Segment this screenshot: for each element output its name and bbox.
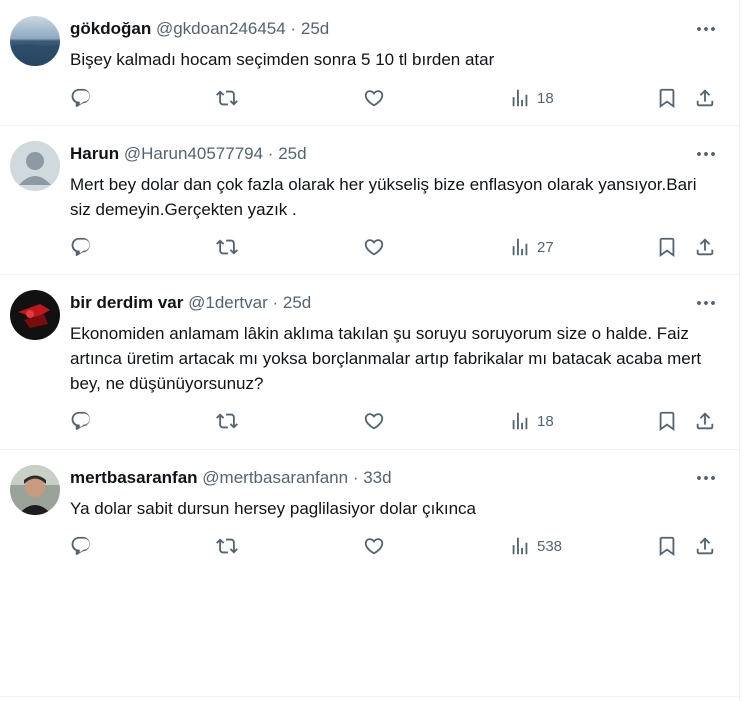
separator-dot: ·: [267, 144, 274, 163]
more-icon[interactable]: [694, 466, 718, 490]
tweet-text: Ya dolar sabit dursun hersey paglilasiyo…: [70, 499, 477, 518]
action-bar: 538: [70, 534, 720, 558]
timestamp[interactable]: 25d: [278, 144, 306, 163]
retweet-icon[interactable]: [216, 86, 238, 110]
action-bar: 27: [70, 235, 720, 259]
views-count: 18: [537, 412, 554, 430]
reply-icon[interactable]: [70, 534, 92, 558]
column-border: [739, 0, 740, 701]
bookmark-icon[interactable]: [656, 235, 678, 259]
tweet[interactable]: mertbasaranfan @mertbasaranfann · 33d Ya…: [0, 449, 739, 574]
views-button[interactable]: 27: [509, 235, 554, 259]
tweet-text: Mert bey dolar dan çok fazla olarak her …: [70, 175, 697, 219]
retweet-icon[interactable]: [216, 409, 238, 433]
display-name[interactable]: gökdoğan: [70, 19, 151, 38]
avatar[interactable]: [10, 16, 60, 66]
separator-dot: ·: [352, 468, 359, 487]
action-bar: 18: [70, 86, 720, 110]
user-handle[interactable]: @Harun40577794: [124, 144, 263, 163]
tweet-text: Ekonomiden anlamam lâkin aklıma takılan …: [70, 324, 702, 393]
more-icon[interactable]: [694, 17, 718, 41]
more-icon[interactable]: [694, 291, 718, 315]
display-name[interactable]: bir derdim var: [70, 293, 183, 312]
views-button[interactable]: 538: [509, 534, 562, 558]
bookmark-icon[interactable]: [656, 534, 678, 558]
like-icon[interactable]: [363, 86, 385, 110]
timestamp[interactable]: 25d: [283, 293, 311, 312]
display-name[interactable]: Harun: [70, 144, 119, 163]
reply-icon[interactable]: [70, 86, 92, 110]
views-count: 538: [537, 537, 563, 555]
user-handle[interactable]: @1dertvar: [188, 293, 268, 312]
retweet-icon[interactable]: [216, 235, 238, 259]
avatar[interactable]: [10, 141, 60, 191]
more-icon[interactable]: [694, 142, 718, 166]
views-count: 18: [537, 89, 554, 107]
timestamp[interactable]: 25d: [301, 19, 329, 38]
views-icon: [509, 535, 531, 557]
reply-icon[interactable]: [70, 235, 92, 259]
like-icon[interactable]: [363, 534, 385, 558]
separator-dot: ·: [290, 19, 297, 38]
views-icon: [509, 410, 531, 432]
separator-dot: ·: [272, 293, 279, 312]
share-icon[interactable]: [694, 235, 716, 259]
views-count: 27: [537, 238, 554, 256]
like-icon[interactable]: [363, 235, 385, 259]
share-icon[interactable]: [694, 86, 716, 110]
reply-icon[interactable]: [70, 409, 92, 433]
tweet[interactable]: bir derdim var @1dertvar · 25d Ekonomide…: [0, 274, 739, 450]
timestamp[interactable]: 33d: [363, 468, 391, 487]
user-handle[interactable]: @gkdoan246454: [156, 19, 286, 38]
avatar[interactable]: [10, 290, 60, 340]
views-button[interactable]: 18: [509, 409, 554, 433]
divider: [0, 696, 739, 697]
tweet-header: mertbasaranfan @mertbasaranfann · 33d: [70, 468, 392, 488]
bookmark-icon[interactable]: [656, 86, 678, 110]
share-icon[interactable]: [694, 409, 716, 433]
views-icon: [509, 87, 531, 109]
tweet-text: Bişey kalmadı hocam seçimden sonra 5 10 …: [70, 50, 495, 69]
tweet-header: Harun @Harun40577794 · 25d: [70, 144, 307, 164]
action-bar: 18: [70, 409, 720, 433]
views-icon: [509, 236, 531, 258]
avatar[interactable]: [10, 465, 60, 515]
like-icon[interactable]: [363, 409, 385, 433]
tweet-header: gökdoğan @gkdoan246454 · 25d: [70, 19, 329, 39]
display-name[interactable]: mertbasaranfan: [70, 468, 198, 487]
retweet-icon[interactable]: [216, 534, 238, 558]
share-icon[interactable]: [694, 534, 716, 558]
views-button[interactable]: 18: [509, 86, 554, 110]
tweet[interactable]: gökdoğan @gkdoan246454 · 25d Bişey kalma…: [0, 0, 739, 126]
tweet-header: bir derdim var @1dertvar · 25d: [70, 293, 311, 313]
tweet[interactable]: Harun @Harun40577794 · 25d Mert bey dola…: [0, 125, 739, 275]
user-handle[interactable]: @mertbasaranfann: [202, 468, 348, 487]
bookmark-icon[interactable]: [656, 409, 678, 433]
